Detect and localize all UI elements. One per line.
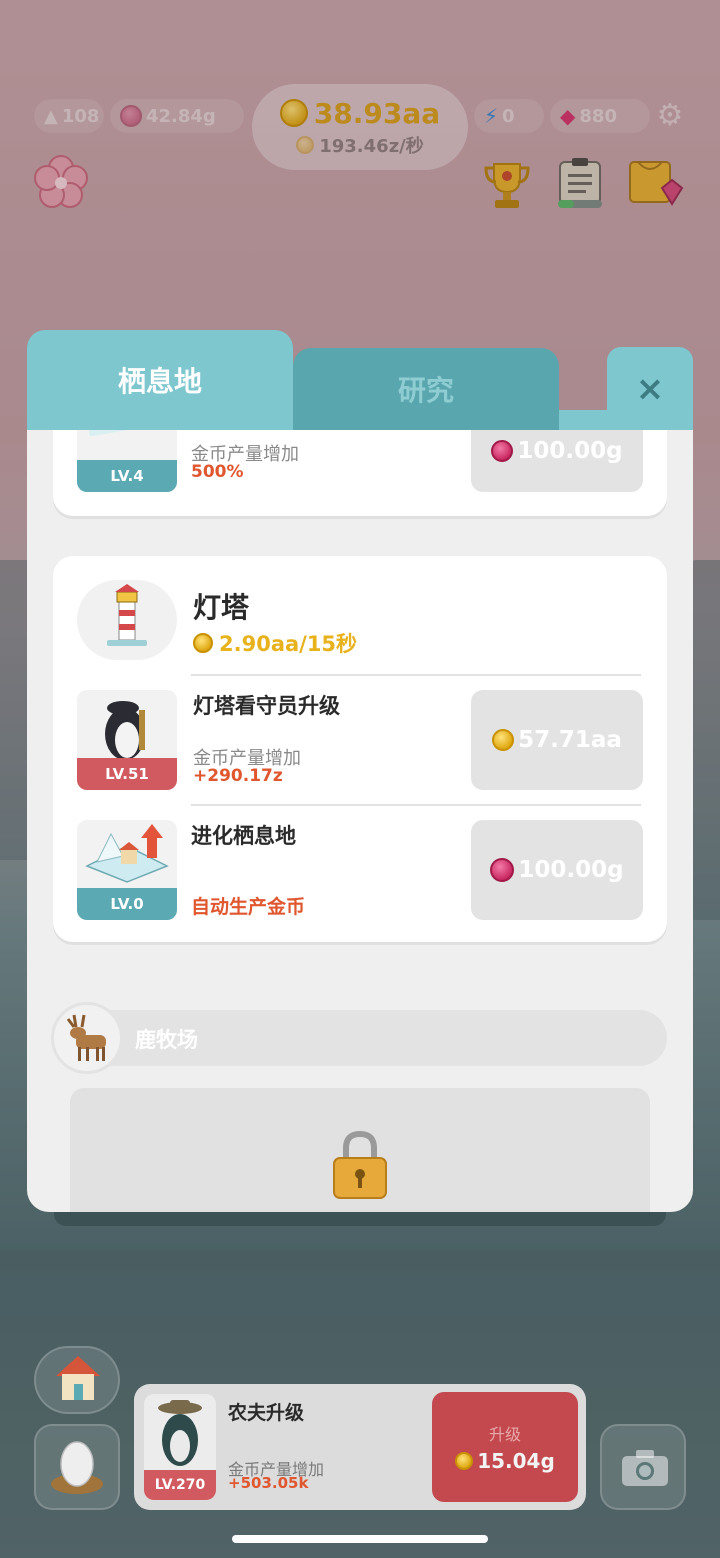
- close-button[interactable]: ×: [607, 347, 693, 430]
- farmer-upgrade-button[interactable]: 升级 15.04g: [432, 1392, 578, 1502]
- tab-habitat[interactable]: 栖息地: [27, 330, 293, 430]
- egg-nest-icon: [51, 1441, 103, 1494]
- tab-research-label: 研究: [397, 374, 454, 407]
- lighthouse-icon: [77, 580, 177, 660]
- coin-icon: [492, 729, 515, 751]
- farmer-thumbnail: LV.270: [144, 1394, 216, 1500]
- level-badge: LV.270: [144, 1470, 216, 1500]
- habitat-modal: 栖息地 研究 × LV.4 金币产量增加 500% 100.00g 灯塔 2.9…: [27, 330, 693, 1212]
- effect-value: 500%: [191, 462, 244, 482]
- upgrade-price-button[interactable]: 100.00g: [471, 430, 643, 492]
- house-icon: [56, 1356, 100, 1400]
- lighthouse-name: 灯塔: [193, 591, 250, 624]
- home-button[interactable]: [34, 1346, 120, 1414]
- habitat-card-partial: LV.4 金币产量增加 500% 100.00g: [53, 430, 667, 516]
- farmer-upgrade-panel: LV.270 农夫升级 金币产量增加 +503.05k 升级 15.04g: [134, 1384, 586, 1510]
- lighthouse-yield: 2.90aa/15秒: [219, 632, 358, 656]
- effect-value: +503.05k: [228, 1474, 309, 1492]
- divider: [191, 804, 641, 806]
- tab-research[interactable]: 研究: [293, 348, 559, 430]
- evolve-effect: 自动生产金币: [191, 896, 306, 918]
- divider: [191, 674, 641, 676]
- level-badge: LV.51: [77, 758, 177, 790]
- locked-card: [70, 1088, 650, 1212]
- price-text: 100.00g: [517, 438, 623, 464]
- price-text: 100.00g: [518, 857, 624, 883]
- price-text: 15.04g: [477, 1449, 555, 1473]
- close-icon: ×: [635, 368, 665, 409]
- level-badge: LV.4: [77, 460, 177, 492]
- tab-habitat-label: 栖息地: [117, 365, 202, 398]
- lighthouse-card: 灯塔 2.90aa/15秒 LV.51 灯塔看守员升级 金币产量增加 +290.…: [53, 556, 667, 942]
- camera-icon: [622, 1450, 668, 1486]
- upgrade-label: 升级: [488, 1425, 521, 1444]
- farmer-title: 农夫升级: [228, 1402, 305, 1424]
- keeper-upgrade-title: 灯塔看守员升级: [193, 694, 340, 718]
- home-indicator: [232, 1535, 488, 1543]
- keeper-upgrade-button[interactable]: 57.71aa: [471, 690, 643, 790]
- coin-icon: [455, 1452, 474, 1470]
- habitat-thumbnail: LV.4: [77, 430, 177, 492]
- coin-icon: [193, 633, 213, 653]
- keeper-thumbnail: LV.51: [77, 690, 177, 790]
- evolve-title: 进化栖息地: [191, 824, 296, 848]
- gem-icon: [491, 440, 514, 462]
- deer-icon: [51, 1002, 123, 1074]
- price-text: 57.71aa: [518, 727, 622, 753]
- padlock-icon: [332, 1128, 388, 1204]
- egg-button[interactable]: [34, 1424, 120, 1510]
- locked-section-name: 鹿牧场: [135, 1028, 198, 1052]
- effect-value: +290.17z: [193, 766, 283, 786]
- evolve-button[interactable]: 100.00g: [471, 820, 643, 920]
- habitat-panel[interactable]: LV.4 金币产量增加 500% 100.00g 灯塔 2.90aa/15秒 L…: [27, 430, 693, 1212]
- gem-icon: [490, 858, 515, 882]
- evolve-thumbnail: LV.0: [77, 820, 177, 920]
- locked-section-header[interactable]: 鹿牧场: [51, 1002, 667, 1074]
- camera-button[interactable]: [600, 1424, 686, 1510]
- modal-shadow-strip: [54, 1212, 666, 1226]
- lighthouse-yield-row: 2.90aa/15秒: [193, 628, 357, 658]
- level-badge: LV.0: [77, 888, 177, 920]
